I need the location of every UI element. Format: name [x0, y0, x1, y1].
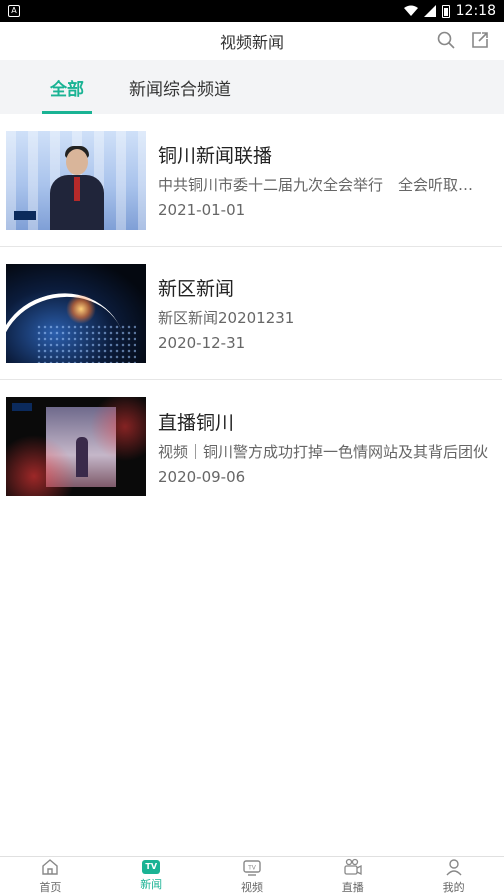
- signal-icon: [423, 5, 436, 17]
- news-thumbnail[interactable]: [6, 263, 146, 363]
- list-item-desc: 视频｜铜川警方成功打掉一色情网站及其背后团伙: [158, 442, 488, 461]
- share-icon[interactable]: [470, 30, 490, 50]
- nav-live-label: 直播: [341, 880, 364, 894]
- tab-all[interactable]: 全部: [42, 60, 92, 114]
- nav-live[interactable]: 直播: [303, 857, 403, 895]
- nav-news-label: 新闻: [140, 877, 163, 891]
- live-camera-icon: [344, 858, 362, 875]
- status-time: 12:18: [455, 3, 496, 19]
- list-item-desc: 中共铜川市委十二届九次全会举行 全会听取和讨论了市委常委会工作报告: [158, 176, 488, 194]
- list-item-date: 2020-12-31: [158, 334, 246, 352]
- title-actions: [436, 30, 490, 50]
- list-item-title[interactable]: 直播铜川: [158, 408, 488, 435]
- tab-all-label: 全部: [50, 79, 84, 100]
- tab-news-channel-label: 新闻综合频道: [129, 79, 231, 100]
- list-item-date: 2020-09-06: [158, 467, 246, 486]
- status-right: 12:18: [403, 3, 496, 19]
- list-item-title[interactable]: 新区新闻: [158, 274, 488, 301]
- user-icon: [446, 858, 462, 875]
- nav-news[interactable]: TV 新闻: [101, 859, 201, 892]
- battery-icon: [441, 4, 450, 18]
- notification-icon: A: [8, 5, 20, 17]
- list-item-date: 2021-01-01: [158, 201, 246, 219]
- list-item-meta: 直播铜川 视频｜铜川警方成功打掉一色情网站及其背后团伙 2020-09-06: [158, 408, 488, 486]
- nav-home-label: 首页: [39, 880, 62, 894]
- list-item-meta: 新区新闻 新区新闻20201231 2020-12-31: [158, 274, 488, 352]
- nav-home[interactable]: 首页: [0, 857, 100, 895]
- list-item-title[interactable]: 铜川新闻联播: [158, 141, 488, 168]
- title-bar: 视频新闻: [0, 22, 504, 60]
- list-item[interactable]: 直播铜川 视频｜铜川警方成功打掉一色情网站及其背后团伙 2020-09-06: [0, 380, 502, 513]
- search-icon[interactable]: [436, 30, 456, 50]
- nav-video-label: 视频: [240, 880, 263, 894]
- tv-badge-text: TV: [145, 862, 158, 871]
- status-left: A: [8, 5, 20, 17]
- list-item[interactable]: 铜川新闻联播 中共铜川市委十二届九次全会举行 全会听取和讨论了市委常委会工作报告…: [0, 114, 502, 247]
- list-item[interactable]: 新区新闻 新区新闻20201231 2020-12-31: [0, 247, 502, 380]
- wifi-icon: [403, 5, 418, 16]
- nav-video[interactable]: TV 视频: [202, 857, 302, 895]
- bottom-nav: 首页 TV 新闻 TV 视频 直播 我的: [0, 856, 504, 894]
- news-thumbnail[interactable]: [6, 397, 146, 496]
- tv-icon: TV: [142, 859, 161, 874]
- home-icon: [42, 858, 59, 875]
- list-item-meta: 铜川新闻联播 中共铜川市委十二届九次全会举行 全会听取和讨论了市委常委会工作报告…: [158, 141, 488, 219]
- nav-me[interactable]: 我的: [404, 857, 504, 895]
- video-tv-icon: TV: [243, 859, 261, 876]
- news-list: 铜川新闻联播 中共铜川市委十二届九次全会举行 全会听取和讨论了市委常委会工作报告…: [0, 114, 504, 513]
- tab-news-channel[interactable]: 新闻综合频道: [129, 60, 231, 114]
- news-thumbnail[interactable]: [6, 130, 146, 230]
- list-item-desc: 新区新闻20201231: [158, 309, 295, 327]
- nav-me-label: 我的: [442, 880, 465, 894]
- svg-text:TV: TV: [247, 864, 257, 871]
- status-bar: A 12:18: [0, 0, 504, 22]
- category-tabs: 全部 新闻综合频道: [0, 60, 504, 114]
- page-title: 视频新闻: [219, 33, 284, 52]
